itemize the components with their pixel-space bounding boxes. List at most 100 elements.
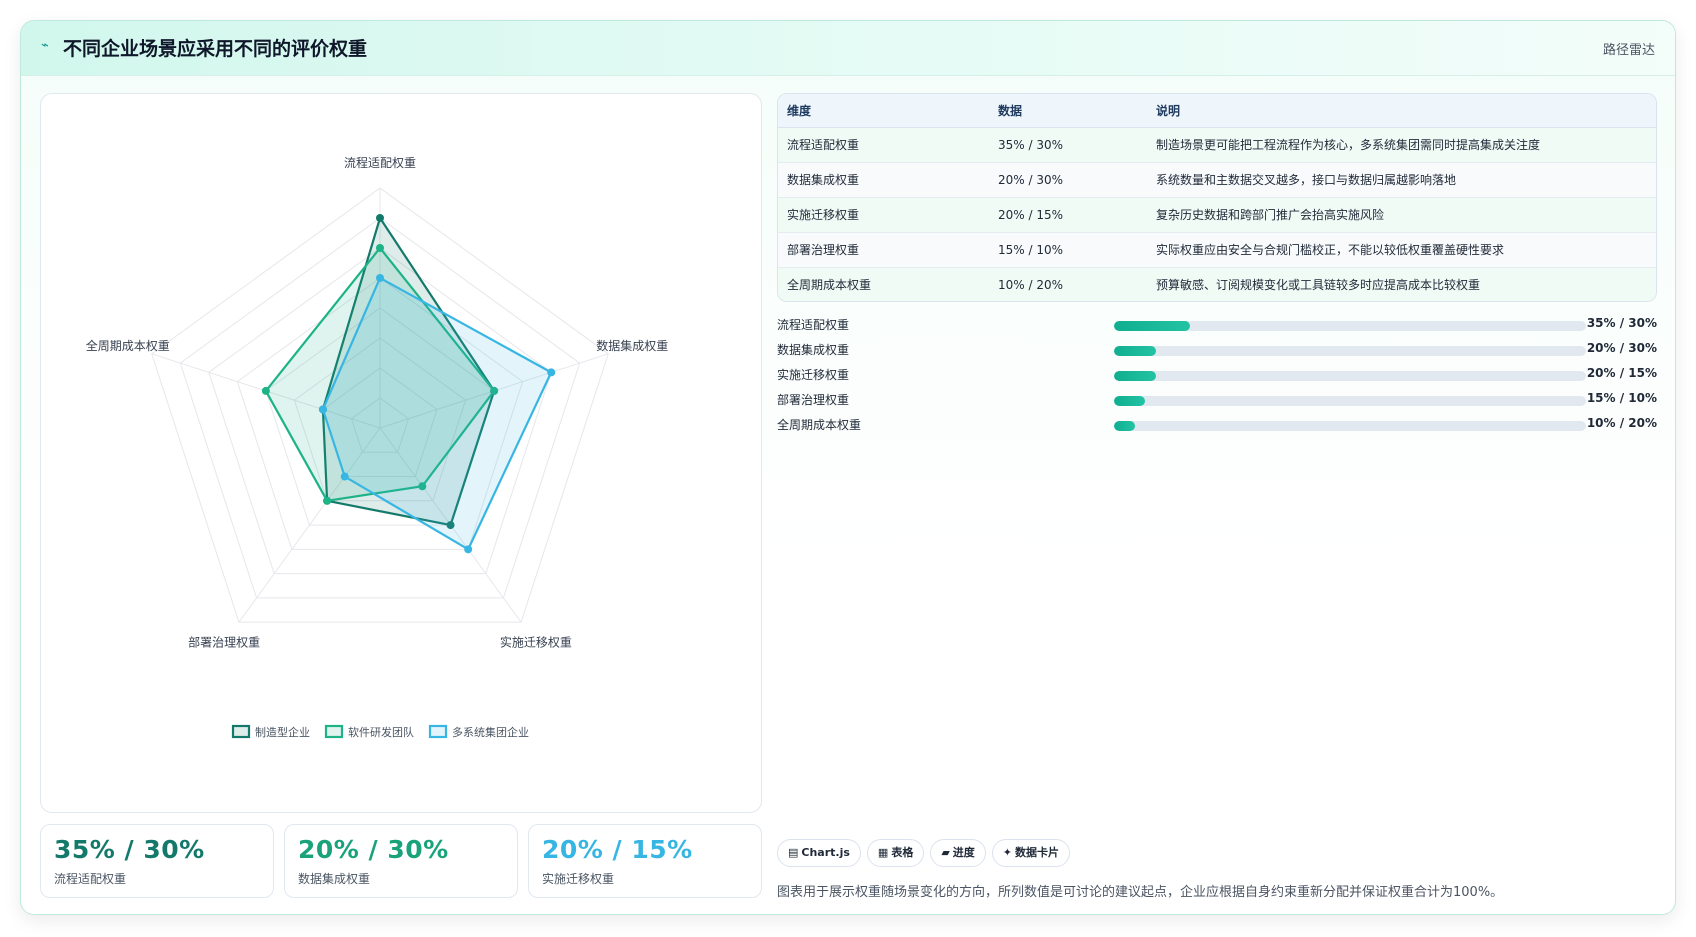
progress-icon: ▰ xyxy=(941,846,950,859)
radar-chart-panel: 流程适配权重数据集成权重实施迁移权重 部署治理权重 全周期成本权重制造型企业 软件研发… xyxy=(40,93,762,813)
radar-data-point xyxy=(318,405,327,414)
progress-row: 流程适配权重 35% / 30% xyxy=(777,313,1657,338)
chip-chartjs[interactable]: ▤ Chart.js xyxy=(777,839,861,867)
progress-track xyxy=(1114,421,1586,431)
weights-table: 维度 数据 说明 流程适配权重 35% / 30% 制造场景更可能把工程流程作为… xyxy=(777,93,1657,302)
table-cell: 系统数量和主数据交叉越多，接口与数据归属越影响落地 xyxy=(1147,162,1656,198)
radar-axis-label: 实施迁移权重 xyxy=(500,635,572,650)
table-icon: ▦ xyxy=(877,846,889,859)
table-cell: 实际权重应由安全与合规门槛校正，不能以较低权重覆盖硬性要求 xyxy=(1147,232,1656,268)
chip-table[interactable]: ▦ 表格 xyxy=(866,839,925,867)
progress-list: 流程适配权重 35% / 30% 数据集成权重 20% / 30% 实施迁移权重… xyxy=(777,313,1657,438)
legend-label: 制造型企业 xyxy=(255,725,310,739)
table-cell: 流程适配权重 xyxy=(778,127,989,163)
progress-fill xyxy=(1114,321,1190,331)
chip-data-card[interactable]: ✦ 数据卡片 xyxy=(991,839,1071,867)
table-header-dimension: 维度 xyxy=(778,94,989,128)
card-header: ⌁ 不同企业场景应采用不同的评价权重 路径雷达 xyxy=(21,21,1675,76)
table-cell: 20% / 30% xyxy=(989,162,1147,198)
progress-label: 流程适配权重 xyxy=(777,318,850,332)
stat-label: 实施迁移权重 xyxy=(542,872,615,886)
radar-data-point xyxy=(261,386,270,395)
table-cell: 制造场景更可能把工程流程作为核心，多系统集团需同时提高集成关注度 xyxy=(1147,127,1656,163)
radar-data-point xyxy=(547,368,556,377)
chip-label: 表格 xyxy=(891,846,914,859)
legend-label: 软件研发团队 xyxy=(348,725,414,739)
table-cell: 20% / 15% xyxy=(989,197,1147,233)
progress-value: 10% / 20% xyxy=(1586,416,1657,430)
stat-card-1: 20% / 30% 数据集成权重 xyxy=(284,824,518,898)
progress-fill xyxy=(1114,396,1145,406)
table-cell: 全周期成本权重 xyxy=(778,267,989,301)
radar-data-point xyxy=(376,244,384,252)
radar-data-point xyxy=(376,274,384,282)
radar-data-point xyxy=(323,496,332,505)
radar-data-point xyxy=(464,545,473,554)
table-cell: 10% / 20% xyxy=(989,267,1147,301)
legend-label: 多系统集团企业 xyxy=(452,725,529,739)
feature-chips: ▤ Chart.js ▦ 表格 ▰ 进度 ✦ 数据卡片 xyxy=(777,839,1076,867)
progress-track xyxy=(1114,371,1586,381)
legend-swatch xyxy=(231,724,251,739)
stat-label: 数据集成权重 xyxy=(298,872,371,886)
radar-axis-label: 部署治理权重 xyxy=(188,635,260,650)
progress-fill xyxy=(1114,346,1157,356)
table-cell: 数据集成权重 xyxy=(778,162,989,198)
radar-data-point xyxy=(376,214,384,222)
table-cell: 复杂历史数据和跨部门推广会抬高实施风险 xyxy=(1147,197,1656,233)
chart-icon: ▤ xyxy=(788,846,799,859)
progress-value: 20% / 30% xyxy=(1586,341,1657,355)
table-cell: 预算敏感、订阅规模变化或工具链较多时应提高成本比较权重 xyxy=(1147,267,1656,301)
table-cell: 实施迁移权重 xyxy=(778,197,989,233)
progress-track xyxy=(1114,346,1586,356)
radar-axis-label: 全周期成本权重 xyxy=(86,338,170,353)
legend-swatch xyxy=(324,724,344,739)
progress-value: 15% / 10% xyxy=(1586,391,1657,405)
table-row: 实施迁移权重 20% / 15% 复杂历史数据和跨部门推广会抬高实施风险 xyxy=(778,197,1656,233)
table-cell: 15% / 10% xyxy=(989,232,1147,268)
stat-value: 20% / 30% xyxy=(298,835,449,864)
sparkle-icon: ✦ xyxy=(1002,846,1013,859)
progress-label: 全周期成本权重 xyxy=(777,418,862,432)
progress-track xyxy=(1114,321,1586,331)
table-cell: 35% / 30% xyxy=(989,127,1147,163)
table-row: 数据集成权重 20% / 30% 系统数量和主数据交叉越多，接口与数据归属越影响… xyxy=(778,162,1656,198)
stat-card-2: 20% / 15% 实施迁移权重 xyxy=(528,824,762,898)
stat-value: 20% / 15% xyxy=(542,835,693,864)
progress-value: 35% / 30% xyxy=(1586,316,1657,330)
table-header-data: 数据 xyxy=(989,94,1147,128)
progress-row: 全周期成本权重 10% / 20% xyxy=(777,413,1657,438)
stat-label: 流程适配权重 xyxy=(54,872,127,886)
progress-track xyxy=(1114,396,1586,406)
chip-label: Chart.js xyxy=(801,846,850,859)
radar-axis-label: 流程适配权重 xyxy=(344,155,416,170)
chip-label: 数据卡片 xyxy=(1015,846,1060,859)
progress-row: 部署治理权重 15% / 10% xyxy=(777,388,1657,413)
table-header-description: 说明 xyxy=(1147,94,1656,128)
stat-value: 35% / 30% xyxy=(54,835,205,864)
chip-progress[interactable]: ▰ 进度 xyxy=(930,839,986,867)
stat-card-0: 35% / 30% 流程适配权重 xyxy=(40,824,274,898)
progress-value: 20% / 15% xyxy=(1586,366,1657,380)
progress-label: 实施迁移权重 xyxy=(777,368,850,382)
chip-label: 进度 xyxy=(952,846,975,859)
table-row: 流程适配权重 35% / 30% 制造场景更可能把工程流程作为核心，多系统集团需… xyxy=(778,127,1656,163)
table-cell: 部署治理权重 xyxy=(778,232,989,268)
header-tag: 路径雷达 xyxy=(1602,43,1655,58)
legend-swatch xyxy=(428,724,448,739)
footnote: 图表用于展示权重随场景变化的方向，所列数值是可讨论的建议起点，企业应根据自身约束… xyxy=(777,885,1504,900)
radar-chart: 流程适配权重数据集成权重实施迁移权重 部署治理权重 全周期成本权重制造型企业 软件研发… xyxy=(86,155,668,739)
radar-axis-label: 数据集成权重 xyxy=(596,338,668,353)
progress-fill xyxy=(1114,421,1136,431)
progress-label: 部署治理权重 xyxy=(777,393,850,407)
progress-row: 实施迁移权重 20% / 15% xyxy=(777,363,1657,388)
progress-fill xyxy=(1114,371,1157,381)
radar-data-point xyxy=(340,472,349,481)
table-header-row: 维度 数据 说明 xyxy=(778,94,1656,128)
page-title: 不同企业场景应采用不同的评价权重 xyxy=(63,38,368,60)
progress-row: 数据集成权重 20% / 30% xyxy=(777,338,1657,363)
progress-label: 数据集成权重 xyxy=(777,343,850,357)
main-card: ⌁ 不同企业场景应采用不同的评价权重 路径雷达 流程适配权重 数据集成权重 实施迁移… xyxy=(20,20,1676,915)
chart-line-icon: ⌁ xyxy=(41,38,49,53)
table-row: 全周期成本权重 10% / 20% 预算敏感、订阅规模变化或工具链较多时应提高成… xyxy=(778,267,1656,301)
